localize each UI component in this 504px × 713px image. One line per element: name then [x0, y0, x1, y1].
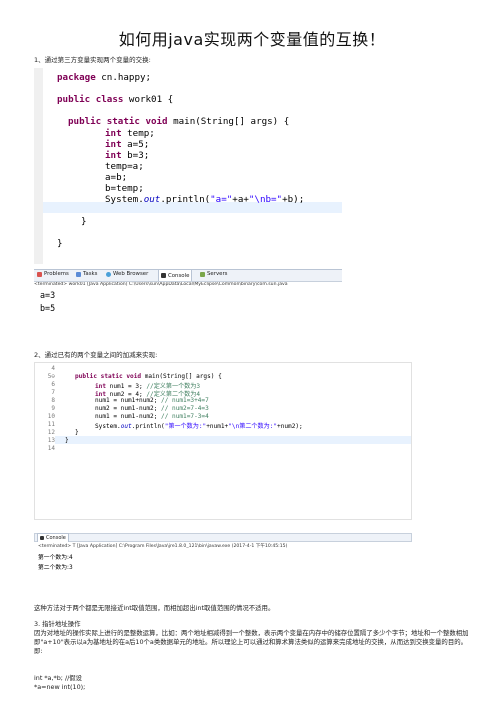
code-line: }	[75, 429, 79, 436]
tasks-icon	[76, 271, 81, 277]
line-number: 14	[47, 445, 55, 452]
web-browser-icon	[106, 271, 111, 277]
line-number: 13	[47, 437, 55, 444]
console-tab-bar: Problems Tasks Web Browser Console Serve…	[34, 269, 342, 282]
code-line: num2 = num1-num2; // num2=7-4=3	[95, 405, 209, 412]
line-number: 9	[51, 405, 55, 412]
code-editor-2: 4 5⊖ 6 7 8 9 10 11 12 13 14 public stati…	[34, 362, 412, 520]
code-line: }	[81, 216, 87, 227]
tab-console[interactable]: Console	[37, 533, 69, 542]
line-number: 12	[47, 429, 55, 436]
line-number: 11	[47, 421, 55, 428]
console-icon	[161, 273, 166, 278]
line-number: 4	[51, 365, 55, 372]
step-2-heading: 2、通过已有的两个变量之间的加减来实现:	[34, 351, 158, 359]
code-line: package cn.happy;	[57, 72, 152, 83]
code-line: public static void main(String[] args) {	[68, 116, 290, 127]
line-number: 6	[51, 381, 55, 388]
current-line-highlight	[55, 436, 411, 444]
code-snippet-line: int *a,*b; //假设	[34, 674, 83, 682]
code-editor-1: package cn.happy; public class work01 { …	[34, 68, 342, 264]
problems-icon	[37, 271, 42, 277]
step-1-heading: 1、通过第三方变量实现两个变量的交换:	[34, 56, 151, 64]
console-output-line: b=5	[40, 303, 56, 313]
console-output-line: 第一个数为:4	[38, 555, 73, 561]
servers-icon	[200, 271, 205, 277]
code-line-println: System.out.println("第一个数为:"+num1+"\n第二个数…	[95, 423, 303, 430]
tab-console[interactable]: Console	[158, 269, 193, 281]
code-line: num1 = num1+num2; // num1=3+4=7	[95, 397, 209, 404]
terminated-status: <terminated> T [Java Application] C:\Pro…	[38, 544, 288, 549]
code-line: }	[65, 437, 69, 444]
screenshot-eclipse-1: package cn.happy; public class work01 { …	[34, 68, 342, 318]
code-line: public static void main(String[] args) {	[75, 373, 222, 380]
tab-web-browser[interactable]: Web Browser	[106, 271, 148, 277]
console-output-line: a=3	[40, 290, 56, 300]
console-icon	[40, 536, 44, 540]
code-snippet-line: *a=new int(10);	[34, 683, 86, 691]
note-paragraph: 这种方法对于两个都是无限接近int取值范围，而相加超出int取值范围的情况不适用…	[34, 604, 275, 612]
tab-problems[interactable]: Problems	[37, 271, 69, 277]
line-number: 8	[51, 397, 55, 404]
code-line: }	[57, 238, 63, 249]
code-line-println: System.out.println("a="+a+"\nb="+b);	[105, 194, 305, 205]
line-number: 5⊖	[47, 373, 55, 380]
terminated-status: <terminated> work01 [Java Application] C…	[34, 282, 288, 287]
line-number: 7	[51, 389, 55, 396]
step-3-heading: 3. 指针地址操作	[34, 620, 81, 628]
code-line: num1 = num1-num2; // num1=7-3=4	[95, 413, 209, 420]
line-number: 10	[47, 413, 55, 420]
page-title: 如何用java实现两个变量值的互换！	[118, 30, 386, 49]
step-3-paragraph: 因为对地址的操作实际上进行的是整数运算，比如：两个地址相减得到一个整数，表示两个…	[34, 629, 469, 655]
tab-servers[interactable]: Servers	[200, 271, 228, 277]
tab-tasks[interactable]: Tasks	[76, 271, 97, 277]
console-tab-bar: Console	[34, 533, 412, 542]
console-output-line: 第二个数为:3	[38, 565, 73, 571]
screenshot-eclipse-2: 4 5⊖ 6 7 8 9 10 11 12 13 14 public stati…	[34, 362, 412, 575]
code-line: public class work01 {	[57, 94, 174, 105]
